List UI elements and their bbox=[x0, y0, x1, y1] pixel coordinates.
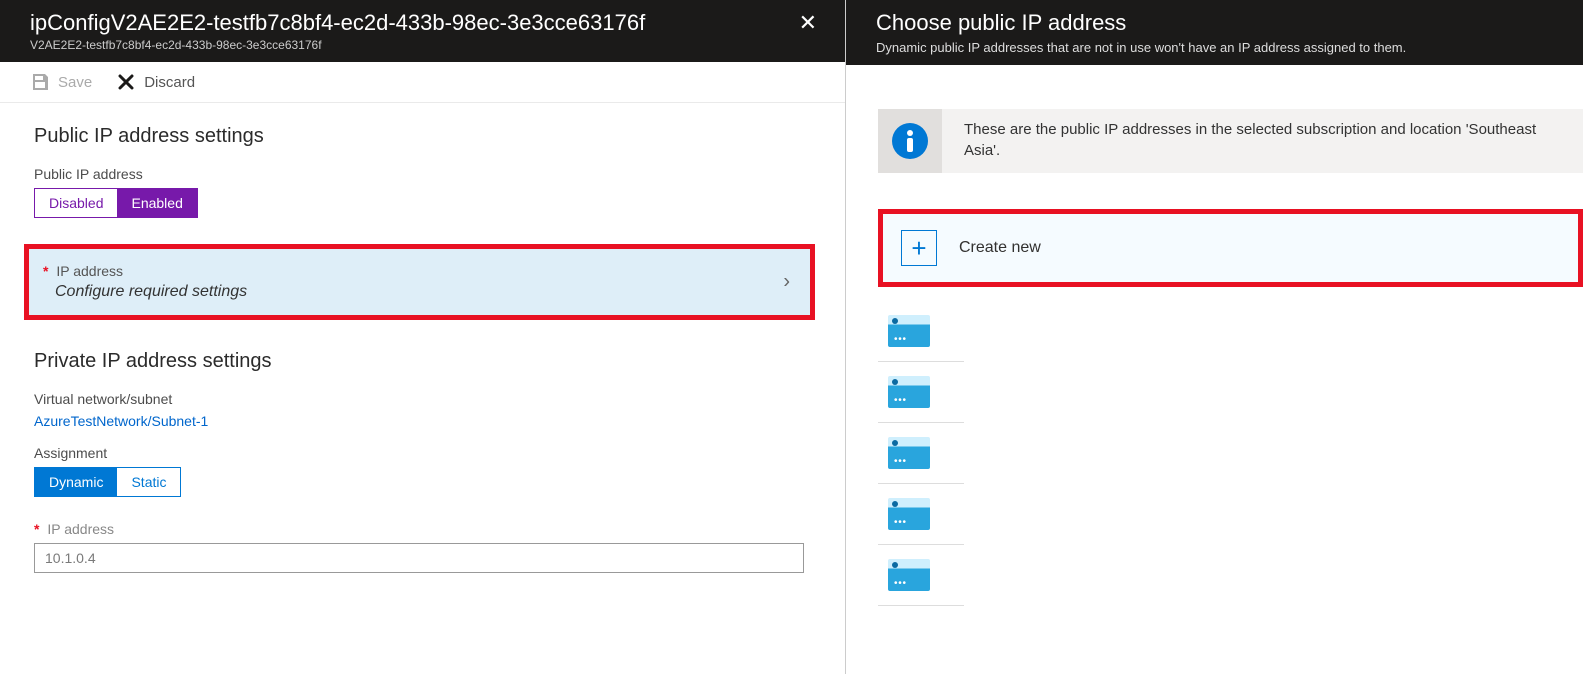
required-indicator: * bbox=[43, 263, 48, 279]
public-ip-list bbox=[878, 301, 964, 606]
configure-ip-selector[interactable]: * IP address Configure required settings… bbox=[29, 249, 810, 315]
private-section-title: Private IP address settings bbox=[34, 350, 815, 373]
vnet-link[interactable]: AzureTestNetwork/Subnet-1 bbox=[34, 413, 815, 429]
public-ip-item[interactable] bbox=[878, 545, 964, 606]
ip-address-input[interactable] bbox=[34, 543, 804, 573]
info-text: These are the public IP addresses in the… bbox=[964, 109, 1569, 171]
create-new-button[interactable]: + Create new bbox=[883, 214, 1578, 282]
assignment-toggle[interactable]: Dynamic Static bbox=[34, 467, 181, 497]
discard-label: Discard bbox=[144, 74, 195, 91]
discard-icon bbox=[116, 72, 136, 92]
public-ip-icon bbox=[888, 437, 930, 469]
required-indicator-ip: * bbox=[34, 521, 39, 537]
save-button[interactable]: Save bbox=[30, 72, 92, 92]
plus-icon: + bbox=[901, 230, 937, 266]
breadcrumb: V2AE2E2-testfb7c8bf4-ec2d-433b-98ec-3e3c… bbox=[30, 38, 791, 52]
right-content: These are the public IP addresses in the… bbox=[846, 65, 1583, 606]
blade-title: ipConfigV2AE2E2-testfb7c8bf4-ec2d-433b-9… bbox=[30, 10, 791, 36]
ip-address-highlight: * IP address Configure required settings… bbox=[24, 244, 815, 320]
ip-field-label: IP address bbox=[47, 521, 114, 537]
create-new-label: Create new bbox=[959, 239, 1041, 257]
right-blade: Choose public IP address Dynamic public … bbox=[846, 0, 1583, 674]
public-ip-item[interactable] bbox=[878, 362, 964, 423]
close-icon[interactable]: ✕ bbox=[791, 10, 825, 36]
save-icon bbox=[30, 72, 50, 92]
public-ip-item[interactable] bbox=[878, 301, 964, 362]
left-blade: ipConfigV2AE2E2-testfb7c8bf4-ec2d-433b-9… bbox=[0, 0, 846, 674]
left-header: ipConfigV2AE2E2-testfb7c8bf4-ec2d-433b-9… bbox=[0, 0, 845, 62]
save-label: Save bbox=[58, 74, 92, 91]
chevron-right-icon: › bbox=[783, 271, 790, 294]
toggle-enabled[interactable]: Enabled bbox=[117, 189, 196, 217]
configure-text: Configure required settings bbox=[43, 283, 794, 301]
toggle-static[interactable]: Static bbox=[117, 468, 180, 496]
left-content: Public IP address settings Public IP add… bbox=[0, 103, 845, 674]
ip-address-label: IP address bbox=[56, 263, 123, 279]
public-ip-item[interactable] bbox=[878, 484, 964, 545]
toggle-dynamic[interactable]: Dynamic bbox=[35, 468, 117, 496]
right-title: Choose public IP address bbox=[876, 10, 1563, 36]
public-ip-toggle[interactable]: Disabled Enabled bbox=[34, 188, 198, 218]
public-section-title: Public IP address settings bbox=[34, 125, 815, 148]
public-ip-icon bbox=[888, 315, 930, 347]
right-header: Choose public IP address Dynamic public … bbox=[846, 0, 1583, 65]
public-ip-icon bbox=[888, 498, 930, 530]
public-ip-item[interactable] bbox=[878, 423, 964, 484]
create-new-highlight: + Create new bbox=[878, 209, 1583, 287]
info-banner: These are the public IP addresses in the… bbox=[878, 109, 1583, 173]
public-ip-icon bbox=[888, 559, 930, 591]
toolbar: Save Discard bbox=[0, 62, 845, 103]
info-icon bbox=[878, 109, 942, 173]
discard-button[interactable]: Discard bbox=[116, 72, 195, 92]
toggle-disabled[interactable]: Disabled bbox=[35, 189, 117, 217]
public-ip-icon bbox=[888, 376, 930, 408]
assignment-label: Assignment bbox=[34, 445, 815, 461]
right-desc: Dynamic public IP addresses that are not… bbox=[876, 40, 1563, 55]
vnet-label: Virtual network/subnet bbox=[34, 391, 815, 407]
public-ip-label: Public IP address bbox=[34, 166, 815, 182]
